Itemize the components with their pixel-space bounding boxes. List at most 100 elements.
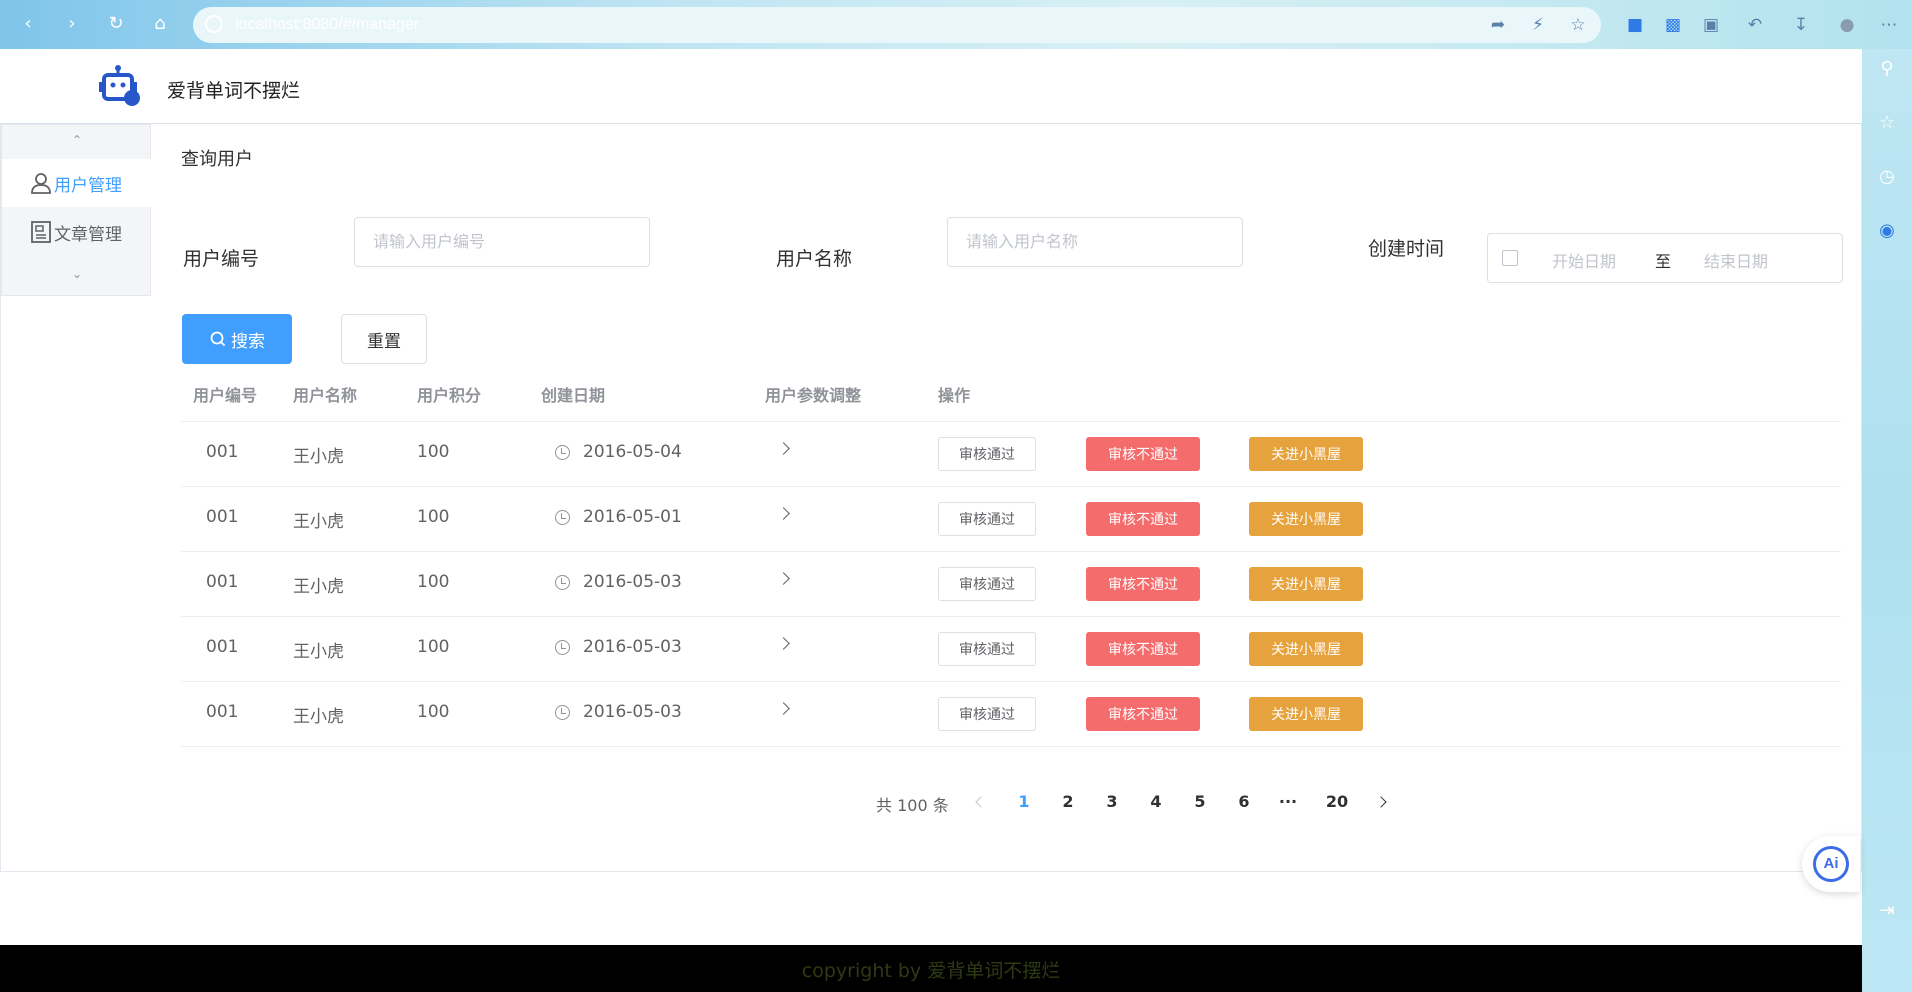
app-icon[interactable]: ◉ <box>1875 219 1899 243</box>
header-actions: 操作 <box>938 386 971 405</box>
collapse-panel-icon[interactable]: ⇥ <box>1875 899 1899 923</box>
cell-user-name: 王小虎 <box>293 642 344 662</box>
page-20[interactable]: 20 <box>1322 792 1352 811</box>
reset-button[interactable]: 重置 <box>341 314 427 364</box>
expand-chevron-icon[interactable] <box>777 442 790 455</box>
footer-copyright: copyright by 爱背单词不摆烂 <box>801 960 1061 982</box>
blacklist-button[interactable]: 关进小黑屋 <box>1249 697 1363 731</box>
expand-chevron-icon[interactable] <box>777 637 790 650</box>
reject-button[interactable]: 审核不通过 <box>1086 567 1200 601</box>
prev-page-icon[interactable] <box>975 796 987 808</box>
url-text: localhost:8080/#/manager <box>235 16 420 33</box>
search-icon[interactable]: ⚲ <box>1875 57 1899 81</box>
user-id-label: 用户编号 <box>183 248 260 270</box>
back-icon[interactable]: ‹ <box>16 12 40 36</box>
share-icon[interactable]: ➦ <box>1487 14 1509 36</box>
table-row: 001 王小虎 100 2016-05-01 审核通过 审核不通过 关进小黑屋 <box>181 487 1841 552</box>
clock-icon <box>555 640 570 655</box>
download-icon[interactable]: ↧ <box>1790 14 1812 36</box>
robot-logo-icon <box>99 65 140 106</box>
cell-user-id: 001 <box>206 442 239 462</box>
cell-created-date: 2016-05-03 <box>583 637 682 657</box>
reload-icon[interactable]: ↻ <box>104 12 128 36</box>
reject-button[interactable]: 审核不通过 <box>1086 632 1200 666</box>
header-user-name: 用户名称 <box>293 386 358 405</box>
cell-created-date: 2016-05-03 <box>583 702 682 722</box>
page-1[interactable]: 1 <box>1012 792 1036 811</box>
approve-button[interactable]: 审核通过 <box>938 502 1036 536</box>
clock-icon <box>555 705 570 720</box>
profile-icon[interactable]: ● <box>1836 14 1858 36</box>
page-3[interactable]: 3 <box>1100 792 1124 811</box>
extension-icon[interactable]: ■ <box>1624 14 1646 36</box>
section-title: 查询用户 <box>181 149 253 170</box>
cell-user-points: 100 <box>417 702 450 722</box>
menu-item-article-management[interactable]: 文章管理 <box>2 208 152 256</box>
cell-created-date: 2016-05-03 <box>583 572 682 592</box>
pagination-total: 共 100 条 <box>876 796 949 815</box>
approve-button[interactable]: 审核通过 <box>938 697 1036 731</box>
forward-icon[interactable]: › <box>60 12 84 36</box>
page-ellipsis[interactable]: ··· <box>1276 792 1300 811</box>
expand-chevron-icon[interactable] <box>777 572 790 585</box>
cell-user-points: 100 <box>417 442 450 462</box>
app-title: 爱背单词不摆烂 <box>167 80 301 102</box>
menu-item-label: 用户管理 <box>54 175 122 196</box>
reject-button[interactable]: 审核不通过 <box>1086 437 1200 471</box>
table-row: 001 王小虎 100 2016-05-03 审核通过 审核不通过 关进小黑屋 <box>181 682 1841 747</box>
approve-button[interactable]: 审核通过 <box>938 437 1036 471</box>
page-6[interactable]: 6 <box>1232 792 1256 811</box>
search-button-label: 搜索 <box>231 331 265 352</box>
ai-icon: Ai <box>1813 846 1849 882</box>
star-icon[interactable]: ☆ <box>1567 14 1589 36</box>
side-menu: ⌃ 用户管理 文章管理 ⌄ <box>1 124 152 296</box>
blacklist-button[interactable]: 关进小黑屋 <box>1249 567 1363 601</box>
address-bar[interactable]: localhost:8080/#/manager ➦ ⚡ ☆ <box>193 7 1601 43</box>
puzzle-icon[interactable]: ▣ <box>1700 14 1722 36</box>
range-separator: 至 <box>1655 252 1672 271</box>
end-date-input[interactable]: 结束日期 <box>1704 248 1768 272</box>
ai-assistant-button[interactable]: Ai <box>1802 836 1860 892</box>
reject-button[interactable]: 审核不通过 <box>1086 502 1200 536</box>
cell-user-points: 100 <box>417 572 450 592</box>
history-icon[interactable]: ◷ <box>1875 165 1899 189</box>
search-button[interactable]: 搜索 <box>182 314 292 364</box>
undo-icon[interactable]: ↶ <box>1744 14 1766 36</box>
start-date-input[interactable]: 开始日期 <box>1552 248 1616 272</box>
header-user-id: 用户编号 <box>193 386 258 405</box>
page-2[interactable]: 2 <box>1056 792 1080 811</box>
menu-scroll-up-icon[interactable]: ⌃ <box>2 133 152 147</box>
table-row: 001 王小虎 100 2016-05-04 审核通过 审核不通过 关进小黑屋 <box>181 422 1841 487</box>
page-5[interactable]: 5 <box>1188 792 1212 811</box>
expand-chevron-icon[interactable] <box>777 702 790 715</box>
cell-user-id: 001 <box>206 507 239 527</box>
lightning-icon[interactable]: ⚡ <box>1527 14 1549 36</box>
favorites-icon[interactable]: ☆ <box>1875 111 1899 135</box>
menu-item-user-management[interactable]: 用户管理 <box>2 159 152 207</box>
cell-user-id: 001 <box>206 702 239 722</box>
approve-button[interactable]: 审核通过 <box>938 567 1036 601</box>
header-user-params: 用户参数调整 <box>765 386 862 405</box>
blacklist-button[interactable]: 关进小黑屋 <box>1249 437 1363 471</box>
table-row: 001 王小虎 100 2016-05-03 审核通过 审核不通过 关进小黑屋 <box>181 552 1841 617</box>
menu-scroll-down-icon[interactable]: ⌄ <box>2 267 152 281</box>
translate-icon[interactable]: ▩ <box>1662 14 1684 36</box>
cell-user-name: 王小虎 <box>293 447 344 467</box>
home-icon[interactable]: ⌂ <box>148 12 172 36</box>
site-info-icon[interactable] <box>205 15 223 33</box>
user-name-input[interactable]: 请输入用户名称 <box>947 217 1243 267</box>
created-time-label: 创建时间 <box>1368 238 1445 260</box>
blacklist-button[interactable]: 关进小黑屋 <box>1249 632 1363 666</box>
blacklist-button[interactable]: 关进小黑屋 <box>1249 502 1363 536</box>
cell-user-name: 王小虎 <box>293 577 344 597</box>
next-page-icon[interactable] <box>1375 796 1387 808</box>
menu-item-label: 文章管理 <box>54 224 122 245</box>
approve-button[interactable]: 审核通过 <box>938 632 1036 666</box>
user-id-input[interactable]: 请输入用户编号 <box>354 217 650 267</box>
reject-button[interactable]: 审核不通过 <box>1086 697 1200 731</box>
more-icon[interactable]: ⋯ <box>1878 14 1900 36</box>
date-range-picker[interactable]: 开始日期 至 结束日期 <box>1487 233 1843 283</box>
page-4[interactable]: 4 <box>1144 792 1168 811</box>
expand-chevron-icon[interactable] <box>777 507 790 520</box>
browser-side-panel: ⚲ ☆ ◷ ◉ ⇥ <box>1862 49 1912 992</box>
